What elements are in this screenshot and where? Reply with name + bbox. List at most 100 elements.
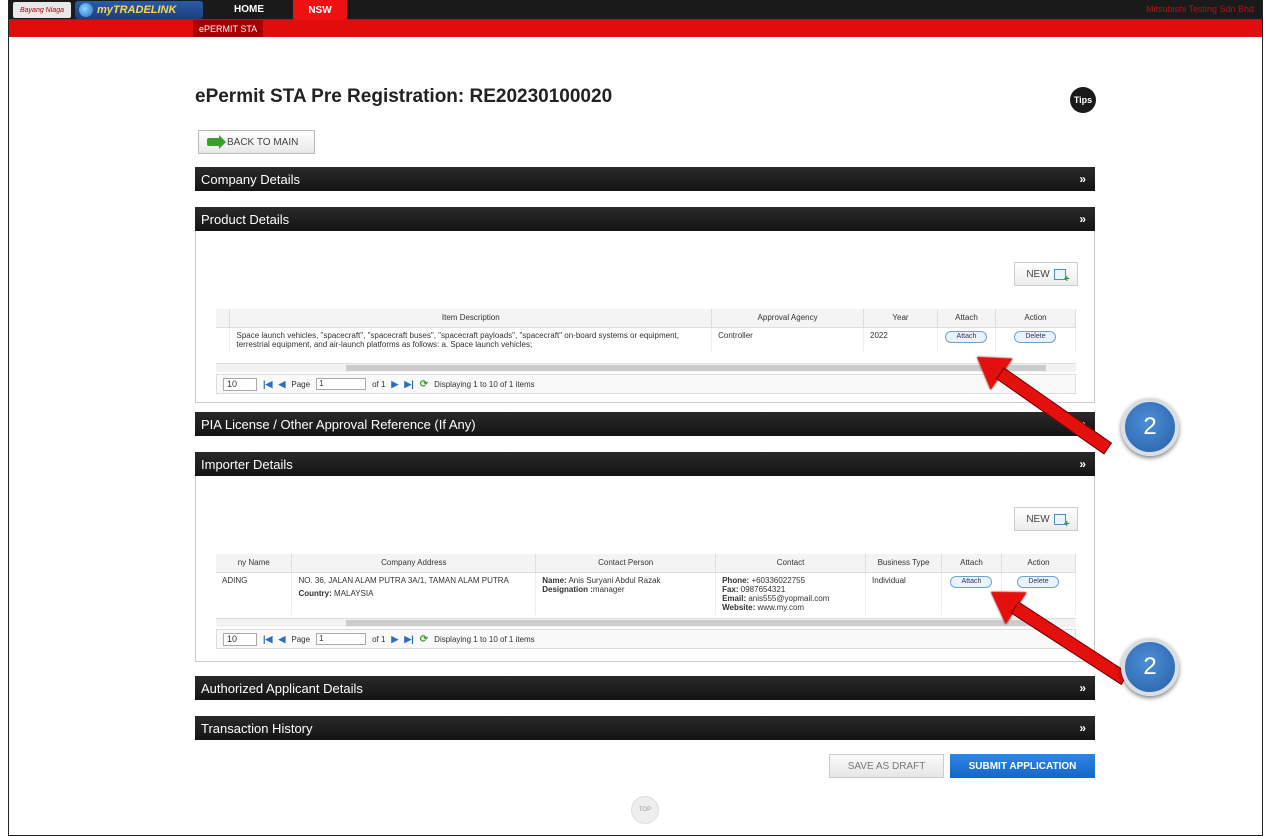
fax-label: Fax: <box>722 584 739 594</box>
table-header: Company Address <box>291 554 537 573</box>
pagination-bar: 10 |◀ ◀ Page 1 of 1 ▶ ▶| ⟳ Displaying 1 … <box>216 629 1076 649</box>
user-company-label: Mitsubishi Testing Sdn Bhd <box>1146 4 1254 14</box>
last-page-icon[interactable]: ▶| <box>404 379 413 390</box>
section-title: Company Details <box>201 171 300 187</box>
page-size-select[interactable]: 10 <box>223 377 257 391</box>
section-transaction-history[interactable]: Transaction History » <box>195 716 1095 740</box>
email-line: Email: anis555@yopmail.com <box>722 594 859 603</box>
action-cell: Delete <box>995 327 1077 352</box>
table-header: ny Name <box>216 554 293 573</box>
submit-application-button[interactable]: SUBMIT APPLICATION <box>950 754 1095 778</box>
table-header: Attach <box>937 309 996 328</box>
table-header: Contact <box>715 554 867 573</box>
refresh-icon[interactable]: ⟳ <box>420 634 428 645</box>
section-title: Authorized Applicant Details <box>201 680 363 696</box>
add-document-icon <box>1053 513 1070 530</box>
section-authorized-applicant[interactable]: Authorized Applicant Details » <box>195 676 1095 700</box>
attach-button[interactable]: Attach <box>950 575 993 588</box>
page-size-select[interactable]: 10 <box>223 632 257 646</box>
globe-icon <box>79 3 93 17</box>
attach-button[interactable]: Attach <box>945 330 988 343</box>
email-label: Email: <box>722 593 747 603</box>
importer-details-panel: NEW ny Name Company Address Contact Pers… <box>195 476 1095 662</box>
next-page-icon[interactable]: ▶ <box>391 379 398 390</box>
prev-page-icon[interactable]: ◀ <box>278 379 285 390</box>
callout-badge: 2 <box>1121 398 1179 456</box>
name-label: Name: <box>542 575 567 585</box>
page-label: Page <box>291 634 311 644</box>
tips-button[interactable]: Tips <box>1070 87 1096 113</box>
chevron-down-icon[interactable]: » <box>1079 681 1086 695</box>
country: MALAYSIA <box>334 588 374 598</box>
prev-page-icon[interactable]: ◀ <box>278 634 285 645</box>
company-address-cell: NO. 36, JALAN ALAM PUTRA 3A/1, TAMAN ALA… <box>291 572 537 615</box>
section-title: Transaction History <box>201 720 313 736</box>
chevron-down-icon[interactable]: » <box>1079 212 1086 226</box>
scrollbar-thumb[interactable] <box>346 365 1046 371</box>
website: www.my.com <box>757 602 805 612</box>
delete-button[interactable]: Delete <box>1017 575 1060 588</box>
table-header: Action <box>1001 554 1077 573</box>
designation: manager <box>592 584 625 594</box>
save-as-draft-button[interactable]: SAVE AS DRAFT <box>829 754 944 778</box>
phone-line: Phone: +60336022755 <box>722 576 859 585</box>
importer-table: ny Name Company Address Contact Person C… <box>216 554 1077 615</box>
back-to-main-button[interactable]: BACK TO MAIN <box>198 130 315 154</box>
horizontal-scrollbar[interactable] <box>216 363 1076 372</box>
country-line: Country: MALAYSIA <box>298 589 529 598</box>
section-title: PIA License / Other Approval Reference (… <box>201 416 476 432</box>
approval-agency: Controller <box>711 327 865 352</box>
mytradelink-logo[interactable]: myTRADELINK <box>75 1 203 19</box>
contact-name-line: Name: Anis Suryani Abdul Razak <box>542 576 709 585</box>
year: 2022 <box>863 327 938 352</box>
chevron-down-icon[interactable]: » <box>1079 172 1086 186</box>
new-product-button[interactable]: NEW <box>1014 262 1078 286</box>
section-importer-details[interactable]: Importer Details » <box>195 452 1095 476</box>
tab-epermit-sta[interactable]: ePERMIT STA <box>193 20 264 37</box>
section-product-details[interactable]: Product Details » <box>195 207 1095 231</box>
page-input[interactable]: 1 <box>316 633 367 645</box>
first-page-icon[interactable]: |◀ <box>263 634 272 645</box>
designation-label: Designation : <box>542 584 593 594</box>
section-company-details[interactable]: Company Details » <box>195 167 1095 191</box>
new-label: NEW <box>1026 513 1050 525</box>
first-page-icon[interactable]: |◀ <box>263 379 272 390</box>
refresh-icon[interactable]: ⟳ <box>420 379 428 390</box>
top-navbar: Bayang Niaga myTRADELINK HOME NSW Mitsub… <box>9 0 1262 20</box>
back-to-top-button[interactable]: TOP <box>631 796 659 824</box>
table-row[interactable]: ADING NO. 36, JALAN ALAM PUTRA 3A/1, TAM… <box>216 572 1077 615</box>
table-header: Business Type <box>865 554 942 573</box>
website-line: Website: www.my.com <box>722 603 859 612</box>
chevron-down-icon[interactable]: » <box>1079 457 1086 471</box>
nav-nsw[interactable]: NSW <box>293 0 347 20</box>
display-info: Displaying 1 to 10 of 1 items <box>434 634 535 644</box>
country-label: Country: <box>298 588 332 598</box>
company-name: ADING <box>216 572 293 615</box>
delete-button[interactable]: Delete <box>1014 330 1057 343</box>
new-label: NEW <box>1026 268 1050 280</box>
next-page-icon[interactable]: ▶ <box>391 634 398 645</box>
table-header <box>216 309 231 328</box>
table-header: Action <box>995 309 1077 328</box>
scrollbar-thumb[interactable] <box>346 620 1046 626</box>
business-type: Individual <box>865 572 942 615</box>
nav-home[interactable]: HOME <box>234 4 264 15</box>
table-row[interactable]: Space launch vehicles, "spacecraft", "sp… <box>216 327 1077 352</box>
page-title: ePermit STA Pre Registration: RE20230100… <box>195 86 613 107</box>
new-importer-button[interactable]: NEW <box>1014 507 1078 531</box>
last-page-icon[interactable]: ▶| <box>404 634 413 645</box>
chevron-down-icon[interactable]: » <box>1079 721 1086 735</box>
table-header: Year <box>863 309 938 328</box>
page-of-label: of 1 <box>372 634 386 644</box>
section-pia-license[interactable]: PIA License / Other Approval Reference (… <box>195 412 1095 436</box>
bayang-niaga-logo: Bayang Niaga <box>13 2 71 18</box>
item-description: Space launch vehicles, "spacecraft", "sp… <box>229 327 713 352</box>
table-header: Attach <box>941 554 1002 573</box>
page-of-label: of 1 <box>372 379 386 389</box>
mytradelink-label: myTRADELINK <box>97 4 177 16</box>
table-header: Item Description <box>229 309 713 328</box>
email: anis555@yopmail.com <box>748 593 830 603</box>
page-input[interactable]: 1 <box>316 378 367 390</box>
phone-label: Phone: <box>722 575 750 585</box>
horizontal-scrollbar[interactable] <box>216 618 1076 627</box>
